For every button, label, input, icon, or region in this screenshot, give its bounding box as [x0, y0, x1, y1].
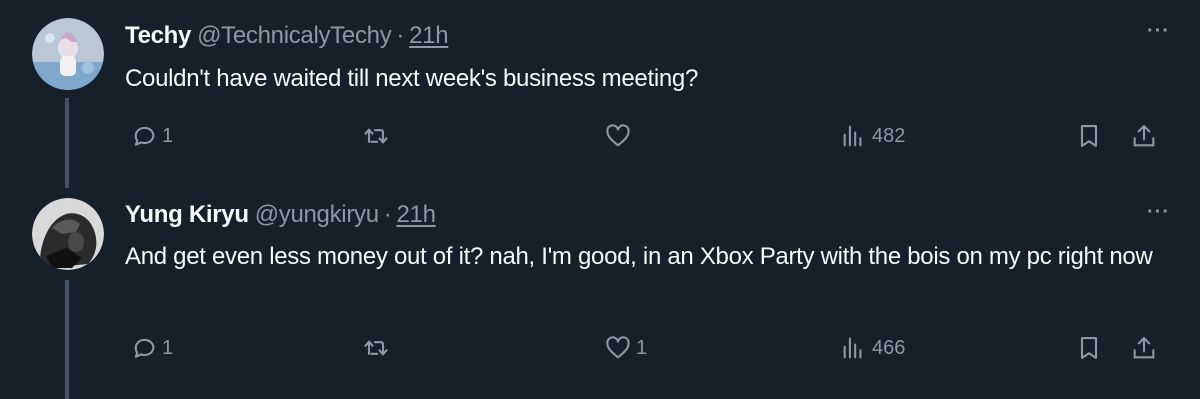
view-count: 482 [872, 124, 906, 147]
reply-count: 1 [162, 336, 174, 359]
display-name[interactable]: Yung Kiryu [125, 201, 249, 229]
display-name[interactable]: Techy [125, 22, 191, 50]
tweet[interactable]: Techy @TechnicalyTechy · 21h ··· Couldn'… [0, 0, 1200, 188]
avatar[interactable] [32, 198, 104, 270]
share-icon [1130, 122, 1158, 150]
bookmark-icon [1075, 334, 1103, 362]
bookmark-icon [1075, 122, 1103, 150]
reply-icon [130, 122, 158, 150]
separator: · [396, 22, 405, 49]
timestamp[interactable]: 21h [396, 201, 435, 229]
separator: · [383, 201, 392, 228]
share-button[interactable] [1130, 328, 1158, 368]
tweet-header: Techy @TechnicalyTechy · 21h [125, 22, 449, 54]
avatar[interactable] [32, 18, 104, 90]
retweet-icon [362, 122, 390, 150]
like-icon [604, 334, 632, 362]
retweet-button[interactable] [362, 328, 394, 368]
reply-count: 1 [162, 124, 174, 147]
tweet-text: Couldn't have waited till next week's bu… [125, 65, 698, 92]
more-icon[interactable]: ··· [1147, 20, 1170, 43]
share-button[interactable] [1130, 116, 1158, 156]
more-icon[interactable]: ··· [1147, 201, 1170, 224]
action-bar: 1 1 466 [0, 328, 1200, 368]
retweet-button[interactable] [362, 116, 394, 156]
reply-icon [130, 334, 158, 362]
views-button[interactable]: 466 [840, 328, 905, 368]
action-bar: 1 482 [0, 116, 1200, 156]
timestamp[interactable]: 21h [409, 22, 448, 50]
like-button[interactable] [604, 116, 636, 156]
tweet-header: Yung Kiryu @yungkiryu · 21h [125, 201, 436, 233]
reply-button[interactable]: 1 [130, 328, 173, 368]
retweet-icon [362, 334, 390, 362]
views-icon [840, 122, 868, 150]
like-icon [604, 122, 632, 150]
tweet[interactable]: Yung Kiryu @yungkiryu · 21h ··· And get … [0, 188, 1200, 399]
like-button[interactable]: 1 [604, 328, 647, 368]
reply-button[interactable]: 1 [130, 116, 173, 156]
like-count: 1 [636, 336, 648, 359]
user-handle[interactable]: @TechnicalyTechy [197, 22, 392, 50]
user-handle[interactable]: @yungkiryu [255, 201, 379, 229]
views-icon [840, 334, 868, 362]
views-button[interactable]: 482 [840, 116, 905, 156]
share-icon [1130, 334, 1158, 362]
tweet-text: And get even less money out of it? nah, … [125, 243, 1153, 270]
view-count: 466 [872, 336, 906, 359]
bookmark-button[interactable] [1075, 116, 1103, 156]
bookmark-button[interactable] [1075, 328, 1103, 368]
